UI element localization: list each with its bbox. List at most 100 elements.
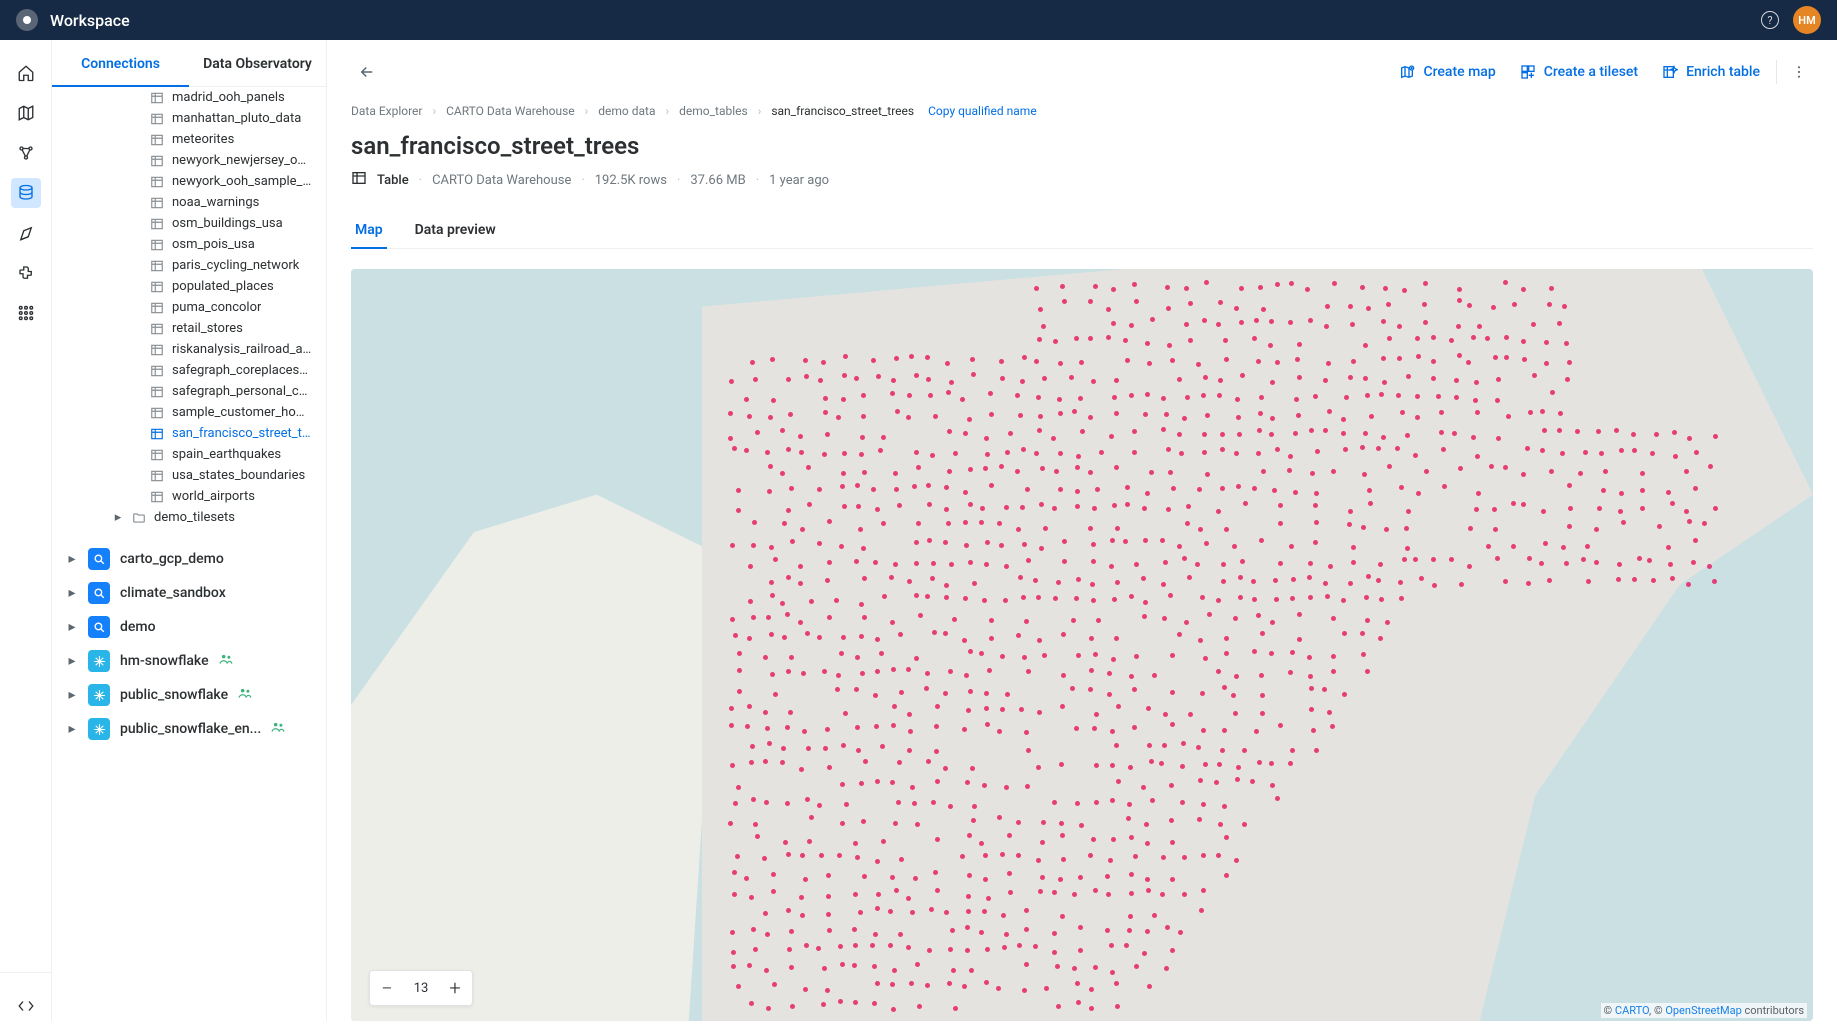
chevron-right-icon: ›: [585, 104, 589, 118]
snowflake-icon: [88, 718, 110, 740]
tree-table-item[interactable]: noaa_warnings: [60, 192, 318, 213]
tree-connection-item[interactable]: ▸carto_gcp_demo: [60, 542, 318, 576]
breadcrumb-item: san_francisco_street_trees: [771, 104, 914, 118]
rail-data-icon[interactable]: [11, 178, 41, 208]
rail-plugin-icon[interactable]: [11, 258, 41, 288]
zoom-out-button[interactable]: −: [370, 971, 404, 1005]
zoom-control: − 13 +: [369, 970, 473, 1006]
create-tileset-button[interactable]: Create a tileset: [1512, 58, 1646, 86]
tree-item-label: world_airports: [172, 489, 255, 504]
tab-data-preview[interactable]: Data preview: [411, 212, 500, 248]
tree-table-item[interactable]: safegraph_coreplaces_s...: [60, 360, 318, 381]
workspace-title: Workspace: [50, 11, 130, 30]
rail-devtools-icon[interactable]: [11, 991, 41, 1021]
tree-table-item[interactable]: paris_cycling_network: [60, 255, 318, 276]
warehouse-label: CARTO Data Warehouse: [432, 173, 571, 188]
tree-item-label: public_snowflake_en...: [120, 721, 261, 737]
help-icon[interactable]: ?: [1761, 11, 1779, 29]
tree-table-item[interactable]: riskanalysis_railroad_ac...: [60, 339, 318, 360]
back-button[interactable]: [351, 56, 383, 88]
tree-item-label: manhattan_pluto_data: [172, 111, 301, 126]
tab-connections[interactable]: Connections: [52, 40, 189, 86]
more-button[interactable]: [1785, 58, 1813, 86]
breadcrumb-item[interactable]: demo_tables: [679, 104, 748, 118]
tree-item-label: paris_cycling_network: [172, 258, 299, 273]
tree-item-label: puma_concolor: [172, 300, 261, 315]
tree-table-item[interactable]: usa_states_boundaries: [60, 465, 318, 486]
avatar[interactable]: HM: [1793, 6, 1821, 34]
tree-table-item[interactable]: meteorites: [60, 129, 318, 150]
bigquery-icon: [88, 582, 110, 604]
tree-table-item[interactable]: san_francisco_street_trees: [60, 423, 318, 444]
shared-icon: [238, 686, 252, 704]
attr-osm-link[interactable]: OpenStreetMap: [1665, 1004, 1741, 1017]
tree-folder-item[interactable]: ▸demo_tilesets: [60, 507, 318, 528]
nav-rail: [0, 40, 52, 1021]
chevron-right-icon: ▸: [66, 551, 78, 567]
page-title: san_francisco_street_trees: [351, 132, 1813, 160]
zoom-value: 13: [404, 981, 438, 996]
tree-item-label: safegraph_personal_car...: [172, 384, 312, 399]
tree-table-item[interactable]: spain_earthquakes: [60, 444, 318, 465]
tree-table-item[interactable]: madrid_ooh_panels: [60, 87, 318, 108]
tree-item-label: populated_places: [172, 279, 274, 294]
tree-connection-item[interactable]: ▸hm-snowflake: [60, 644, 318, 678]
tree-table-item[interactable]: manhattan_pluto_data: [60, 108, 318, 129]
tree-connection-item[interactable]: ▸public_snowflake: [60, 678, 318, 712]
tree-item-label: noaa_warnings: [172, 195, 259, 210]
topbar-left: Workspace: [16, 9, 130, 31]
enrich-table-button[interactable]: Enrich table: [1654, 58, 1768, 86]
tree-item-label: spain_earthquakes: [172, 447, 281, 462]
tree-table-item[interactable]: safegraph_personal_car...: [60, 381, 318, 402]
create-map-button[interactable]: Create map: [1391, 58, 1503, 86]
tree-table-item[interactable]: newyork_ooh_sample_a...: [60, 171, 318, 192]
tree-table-item[interactable]: sample_customer_home...: [60, 402, 318, 423]
tree-item-label: sample_customer_home...: [172, 405, 312, 420]
tree-connection-item[interactable]: ▸climate_sandbox: [60, 576, 318, 610]
breadcrumb-item[interactable]: Data Explorer: [351, 104, 423, 118]
rail-maps-icon[interactable]: [11, 98, 41, 128]
tree-table-item[interactable]: newyork_newjersey_ooh...: [60, 150, 318, 171]
tree-item-label: osm_pois_usa: [172, 237, 255, 252]
shared-icon: [219, 652, 233, 670]
tree-table-item[interactable]: puma_concolor: [60, 297, 318, 318]
shared-icon: [271, 720, 285, 738]
chevron-right-icon: ▸: [66, 619, 78, 635]
tree-table-item[interactable]: populated_places: [60, 276, 318, 297]
tree-item-label: osm_buildings_usa: [172, 216, 283, 231]
tree-table-item[interactable]: osm_pois_usa: [60, 234, 318, 255]
size-label: 37.66 MB: [690, 173, 745, 188]
tree-item-label: safegraph_coreplaces_s...: [172, 363, 312, 378]
tree[interactable]: madrid_ooh_panels manhattan_pluto_datamet…: [52, 87, 326, 1021]
enrich-table-label: Enrich table: [1686, 64, 1760, 80]
tree-item-label: meteorites: [172, 132, 234, 147]
snowflake-icon: [88, 650, 110, 672]
tab-data-observatory[interactable]: Data Observatory: [189, 40, 326, 86]
snowflake-icon: [88, 684, 110, 706]
kind-label: Table: [377, 173, 409, 188]
copy-qualified-name-link[interactable]: Copy qualified name: [928, 104, 1037, 118]
tab-map[interactable]: Map: [351, 212, 387, 248]
rail-apps-icon[interactable]: [11, 298, 41, 328]
tree-table-item[interactable]: osm_buildings_usa: [60, 213, 318, 234]
map-view[interactable]: − 13 + © CARTO, © OpenStreetMap contribu…: [351, 269, 1813, 1021]
rail-home-icon[interactable]: [11, 58, 41, 88]
attr-carto-link[interactable]: CARTO: [1615, 1004, 1649, 1017]
tree-connection-item[interactable]: ▸demo: [60, 610, 318, 644]
tree-item-label: newyork_newjersey_ooh...: [172, 153, 312, 168]
rail-explore-icon[interactable]: [11, 218, 41, 248]
rows-label: 192.5K rows: [595, 173, 667, 188]
breadcrumb-item[interactable]: demo data: [598, 104, 655, 118]
tree-item-label: newyork_ooh_sample_a...: [172, 174, 312, 189]
create-map-label: Create map: [1423, 64, 1495, 80]
tree-item-label: climate_sandbox: [120, 585, 226, 601]
tree-table-item[interactable]: world_airports: [60, 486, 318, 507]
breadcrumb-item[interactable]: CARTO Data Warehouse: [446, 104, 575, 118]
sidebar-tabs: Connections Data Observatory: [52, 40, 326, 87]
tree-table-item[interactable]: retail_stores: [60, 318, 318, 339]
zoom-in-button[interactable]: +: [438, 971, 472, 1005]
chevron-right-icon: ▸: [112, 510, 124, 525]
tree-connection-item[interactable]: ▸public_snowflake_en...: [60, 712, 318, 746]
topbar-right: ? HM: [1761, 6, 1821, 34]
rail-workflows-icon[interactable]: [11, 138, 41, 168]
